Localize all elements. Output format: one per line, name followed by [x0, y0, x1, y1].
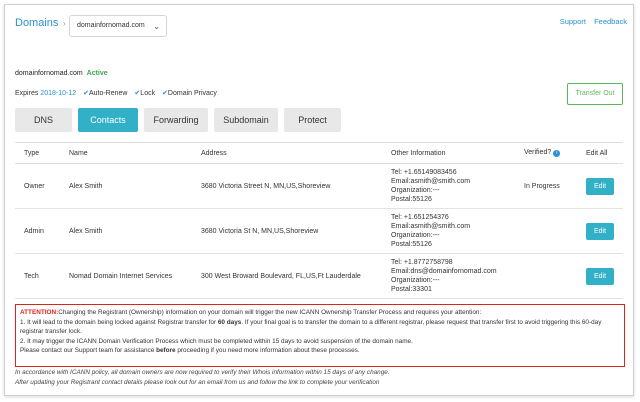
edit-all-link[interactable]: Edit All	[577, 142, 623, 164]
table-row: Admin Alex Smith 3680 Victoria St N, MN,…	[15, 208, 623, 254]
domain-status-line: domainfornomad.com Active	[15, 70, 108, 77]
edit-cell: Edit	[577, 253, 623, 299]
tab-contacts[interactable]: Contacts	[78, 108, 138, 132]
col-header-type: Type	[15, 142, 60, 164]
edit-cell: Edit	[577, 208, 623, 254]
edit-button[interactable]: Edit	[586, 222, 614, 240]
attention-line-3-pre: Please contact our Support team for assi…	[20, 347, 157, 355]
domain-manager-panel: Domains › domainfornomad.com ⌄ Support F…	[4, 4, 634, 396]
contacts-table: Type Name Address Other Information Veri…	[15, 142, 623, 299]
top-links: Support Feedback	[554, 17, 627, 26]
tab-forwarding[interactable]: Forwarding	[144, 108, 208, 132]
contact-name: Alex Smith	[60, 163, 192, 209]
icann-policy-note: In accordance with ICANN policy, all dom…	[15, 369, 390, 376]
attention-line-1-pre: 1. It will lead to the domain being lock…	[20, 318, 218, 326]
contact-type: Tech	[15, 253, 60, 299]
col-header-address: Address	[192, 142, 382, 164]
verification-status[interactable]: In Progress	[515, 163, 577, 209]
table-row: Tech Nomad Domain Internet Services 300 …	[15, 253, 623, 299]
table-header-row: Type Name Address Other Information Veri…	[15, 142, 623, 164]
feedback-link[interactable]: Feedback	[594, 17, 627, 26]
contact-other-info: Tel: +1.651254376 Email:asmith@smith.com…	[382, 208, 515, 254]
verification-status	[515, 208, 577, 254]
edit-button[interactable]: Edit	[586, 177, 614, 195]
contact-tel: Tel: +1.8772758798	[391, 259, 453, 266]
selected-domain-value: domainfornomad.com	[77, 22, 145, 29]
contact-type: Owner	[15, 163, 60, 209]
contact-name: Alex Smith	[60, 208, 192, 254]
col-header-verified: Verified? i	[515, 142, 577, 164]
contact-email: Email:asmith@smith.com	[391, 223, 471, 230]
top-bar: Domains › domainfornomad.com ⌄ Support F…	[5, 5, 633, 45]
tab-dns[interactable]: DNS	[15, 108, 72, 132]
attention-notice: ATTENTION:Changing the Registrant (Owner…	[15, 304, 625, 367]
lock-feature[interactable]: Lock	[140, 90, 155, 97]
contact-type: Admin	[15, 208, 60, 254]
transfer-out-button[interactable]: Transfer Out	[567, 83, 623, 105]
domain-name: domainfornomad.com	[15, 70, 83, 77]
attention-line-3-post: proceeding if you need more information …	[175, 347, 360, 355]
contact-org: Organization:---	[391, 277, 440, 284]
expires-label: Expires	[15, 90, 39, 97]
attention-label: ATTENTION:	[20, 309, 59, 316]
contact-address: 3680 Victoria St N, MN,US,Shoreview	[192, 208, 382, 254]
domain-privacy-feature[interactable]: Domain Privacy	[168, 90, 217, 97]
info-icon[interactable]: i	[553, 150, 561, 157]
attention-intro-text: Changing the Registrant (Ownership) info…	[58, 309, 482, 316]
contact-postal: Postal:55126	[391, 196, 432, 203]
attention-line-1-bold: 60 days	[217, 318, 242, 326]
edit-button[interactable]: Edit	[586, 267, 614, 285]
breadcrumb-separator-icon: ›	[63, 19, 66, 28]
page-title[interactable]: Domains	[15, 17, 58, 29]
domain-meta-line: Expires 2018-10-12 ✔Auto-Renew ✔Lock ✔Do…	[15, 89, 217, 97]
contact-other-info: Tel: +1.65149083456 Email:asmith@smith.c…	[382, 163, 515, 209]
contact-postal: Postal:55126	[391, 241, 432, 248]
domain-select-dropdown[interactable]: domainfornomad.com ⌄	[69, 15, 167, 37]
tab-subdomain[interactable]: Subdomain	[214, 108, 278, 132]
support-link[interactable]: Support	[560, 17, 586, 26]
contact-address: 3680 Victoria Street N, MN,US,Shoreview	[192, 163, 382, 209]
contact-org: Organization:---	[391, 187, 440, 194]
contact-email: Email:dns@domainfornomad.com	[391, 268, 497, 275]
attention-intro: ATTENTION:Changing the Registrant (Owner…	[20, 308, 620, 318]
expires-date[interactable]: 2018-10-12	[40, 90, 76, 97]
contact-address: 300 West Broward Boulevard, FL,US,Ft Lau…	[192, 253, 382, 299]
auto-renew-feature[interactable]: Auto-Renew	[89, 90, 128, 97]
chevron-down-icon: ⌄	[153, 22, 160, 31]
contact-other-info: Tel: +1.8772758798 Email:dns@domainforno…	[382, 253, 515, 299]
attention-line-3-bold: before	[156, 347, 176, 355]
edit-cell: Edit	[577, 163, 623, 209]
attention-line-1: 1. It will lead to the domain being lock…	[20, 318, 620, 337]
attention-line-3: Please contact our Support team for assi…	[20, 346, 620, 356]
contact-org: Organization:---	[391, 232, 440, 239]
verified-header-label: Verified?	[524, 149, 552, 156]
attention-line-2: 2. It may trigger the ICANN Domain Verif…	[20, 337, 413, 345]
col-header-other: Other Information	[382, 142, 515, 164]
status-badge: Active	[86, 70, 108, 77]
verification-note: After updating your Registrant contact d…	[15, 379, 380, 386]
contact-tel: Tel: +1.651254376	[391, 214, 449, 221]
verification-status	[515, 253, 577, 299]
contact-tel: Tel: +1.65149083456	[391, 169, 457, 176]
contact-postal: Postal:33301	[391, 286, 432, 293]
contact-name: Nomad Domain Internet Services	[60, 253, 192, 299]
table-row: Owner Alex Smith 3680 Victoria Street N,…	[15, 163, 623, 209]
contact-email: Email:asmith@smith.com	[391, 178, 471, 185]
tab-protect[interactable]: Protect	[284, 108, 341, 132]
col-header-name: Name	[60, 142, 192, 164]
